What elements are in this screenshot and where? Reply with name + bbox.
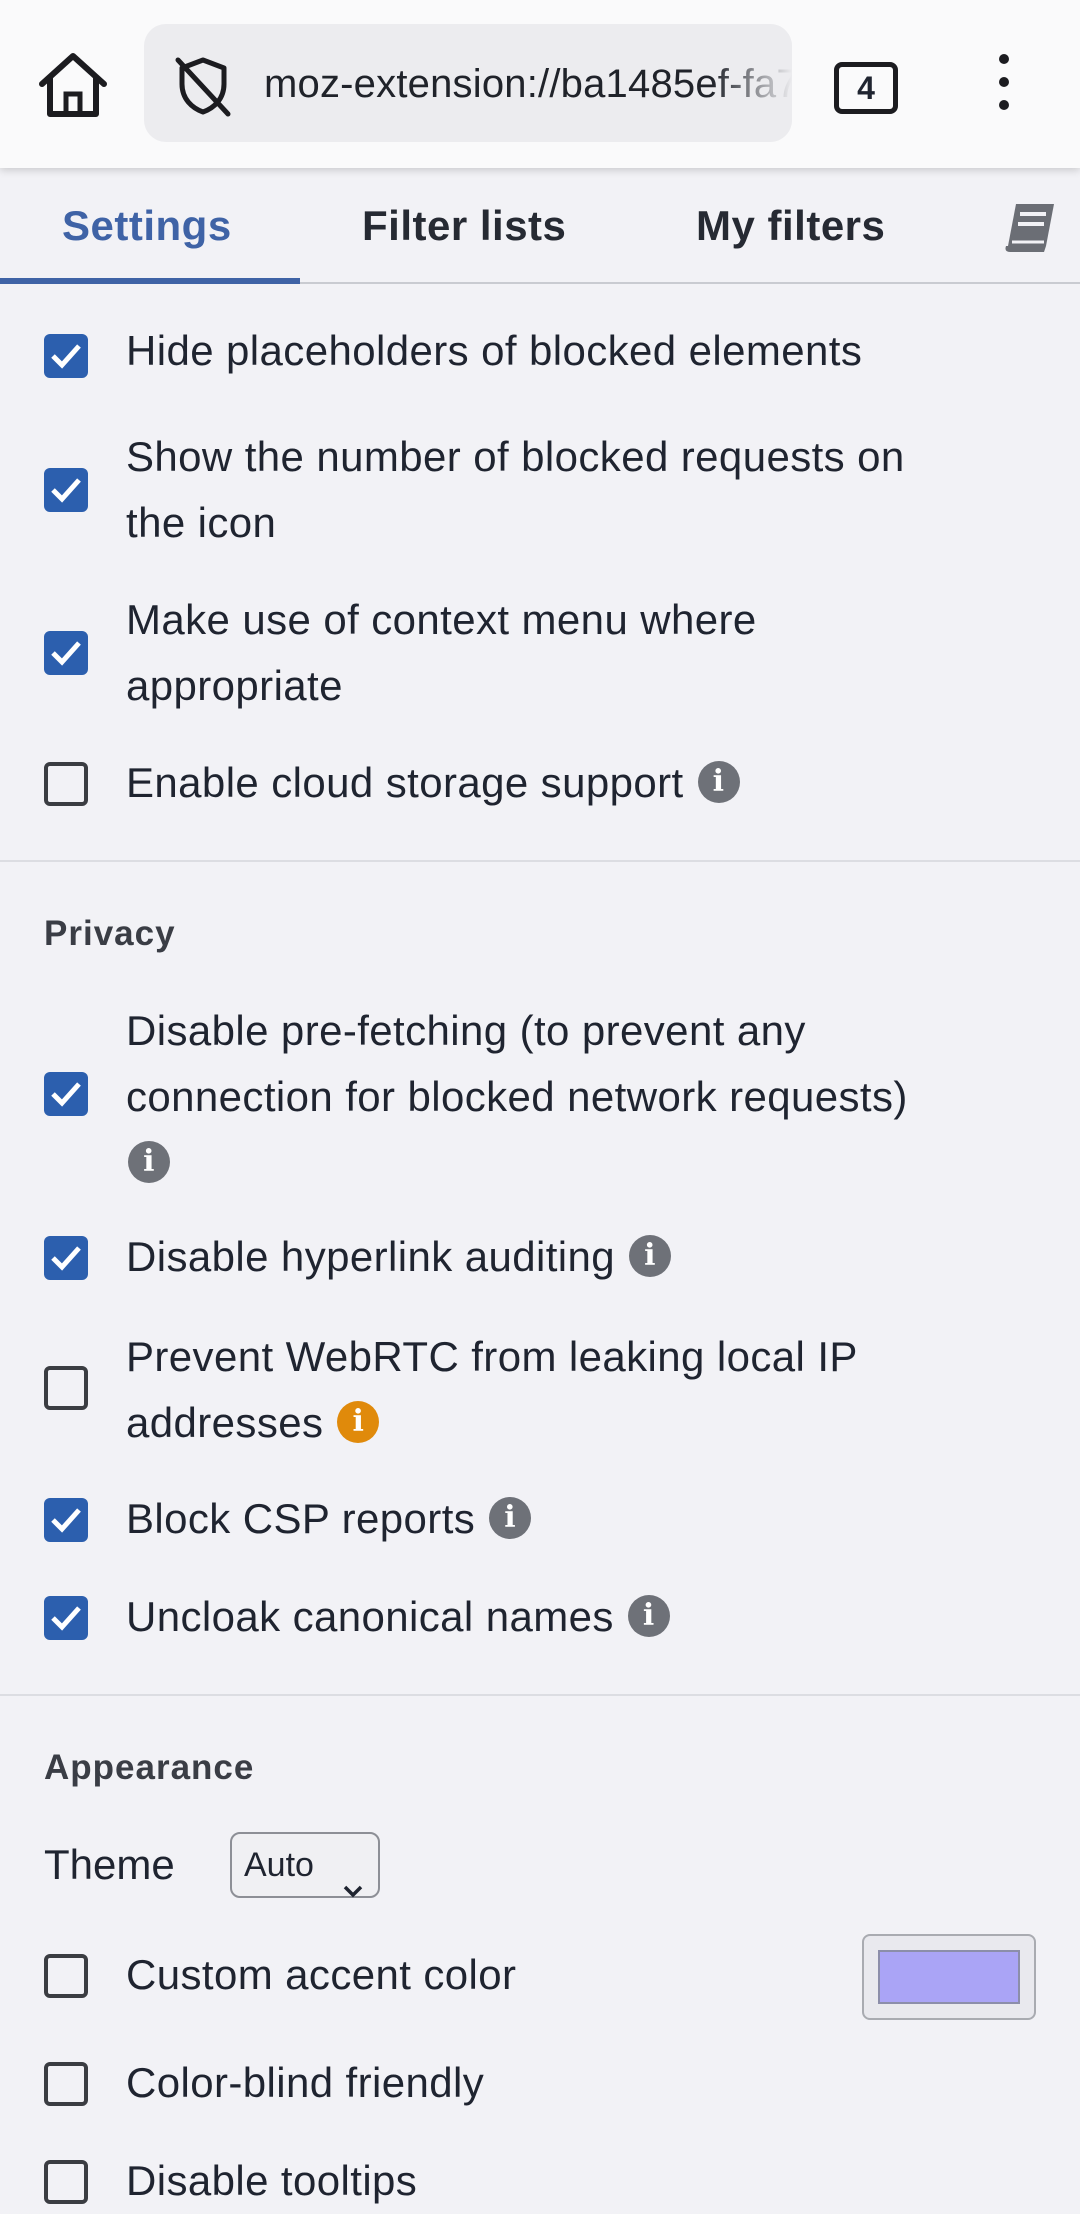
hyperlink-auditing-label-wrap: Disable hyperlink auditing i: [126, 1224, 1026, 1290]
tab-my-filters[interactable]: My filters: [696, 202, 885, 250]
disable-tooltips-checkbox[interactable]: [44, 2160, 88, 2204]
context-menu-label-line2: appropriate: [126, 662, 343, 709]
section-divider: [0, 1694, 1080, 1696]
cloud-storage-label-wrap: Enable cloud storage support i: [126, 750, 1026, 816]
webrtc-checkbox[interactable]: [44, 1366, 88, 1410]
context-menu-label-line1: Make use of context menu where: [126, 596, 757, 643]
appearance-section-title: Appearance: [44, 1748, 255, 1787]
webrtc-label-line1: Prevent WebRTC from leaking local IP: [126, 1333, 858, 1380]
tracking-protection-off-icon[interactable]: [172, 54, 234, 118]
colorblind-label: Color-blind friendly: [126, 2059, 485, 2106]
uncloak-checkbox[interactable]: [44, 1596, 88, 1640]
prefetching-info-wrap: i: [112, 1130, 1012, 1196]
theme-select-value: Auto: [244, 1846, 314, 1884]
privacy-section-title: Privacy: [44, 914, 176, 953]
tab-counter-button[interactable]: 4: [834, 62, 898, 114]
tab-filter-lists[interactable]: Filter lists: [362, 202, 566, 250]
hide-placeholders-label: Hide placeholders of blocked elements: [126, 327, 863, 374]
info-icon[interactable]: i: [697, 760, 740, 803]
info-icon[interactable]: i: [629, 1234, 672, 1277]
block-csp-checkbox[interactable]: [44, 1498, 88, 1542]
hyperlink-auditing-label: Disable hyperlink auditing: [126, 1233, 616, 1280]
accent-color-picker[interactable]: [862, 1934, 1036, 2020]
prefetching-label-line1: Disable pre-fetching (to prevent any: [126, 1007, 806, 1054]
uncloak-label: Uncloak canonical names: [126, 1593, 614, 1640]
show-badge-count-checkbox[interactable]: [44, 468, 88, 512]
custom-accent-checkbox[interactable]: [44, 1954, 88, 1998]
home-icon[interactable]: [34, 50, 112, 120]
active-tab-indicator: [0, 278, 300, 284]
accent-color-swatch: [878, 1950, 1020, 2004]
theme-select[interactable]: Auto: [230, 1832, 380, 1898]
info-icon[interactable]: i: [627, 1594, 670, 1637]
theme-label: Theme: [44, 1841, 175, 1888]
chevron-down-icon: [342, 1856, 364, 1918]
show-badge-count-label-line2: the icon: [126, 499, 277, 546]
url-fade: [712, 24, 792, 142]
block-csp-label: Block CSP reports: [126, 1495, 476, 1542]
book-icon[interactable]: [1000, 196, 1060, 256]
cloud-storage-checkbox[interactable]: [44, 762, 88, 806]
url-bar[interactable]: moz-extension://ba1485ef-fa7: [144, 24, 792, 142]
overflow-menu-icon[interactable]: [990, 54, 1018, 118]
disable-tooltips-label: Disable tooltips: [126, 2157, 418, 2204]
webrtc-label-line2: addresses: [126, 1399, 324, 1446]
cloud-storage-label: Enable cloud storage support: [126, 759, 684, 806]
context-menu-checkbox[interactable]: [44, 631, 88, 675]
hide-placeholders-checkbox[interactable]: [44, 334, 88, 378]
tab-settings[interactable]: Settings: [62, 202, 232, 250]
block-csp-label-wrap: Block CSP reports i: [126, 1486, 1026, 1552]
prefetching-checkbox[interactable]: [44, 1072, 88, 1116]
uncloak-label-wrap: Uncloak canonical names i: [126, 1584, 1026, 1650]
prefetching-label-line2: connection for blocked network requests): [126, 1073, 908, 1120]
dashboard-tabs: Settings Filter lists My filters: [0, 168, 1080, 284]
hyperlink-auditing-checkbox[interactable]: [44, 1236, 88, 1280]
browser-toolbar: moz-extension://ba1485ef-fa7 4: [0, 0, 1080, 168]
colorblind-checkbox[interactable]: [44, 2062, 88, 2106]
warning-info-icon[interactable]: i: [337, 1400, 380, 1443]
info-icon[interactable]: i: [489, 1496, 532, 1539]
webrtc-label-line2-wrap: addresses i: [126, 1390, 1026, 1456]
section-divider: [0, 860, 1080, 862]
info-icon[interactable]: i: [128, 1140, 170, 1183]
show-badge-count-label-line1: Show the number of blocked requests on: [126, 433, 905, 480]
